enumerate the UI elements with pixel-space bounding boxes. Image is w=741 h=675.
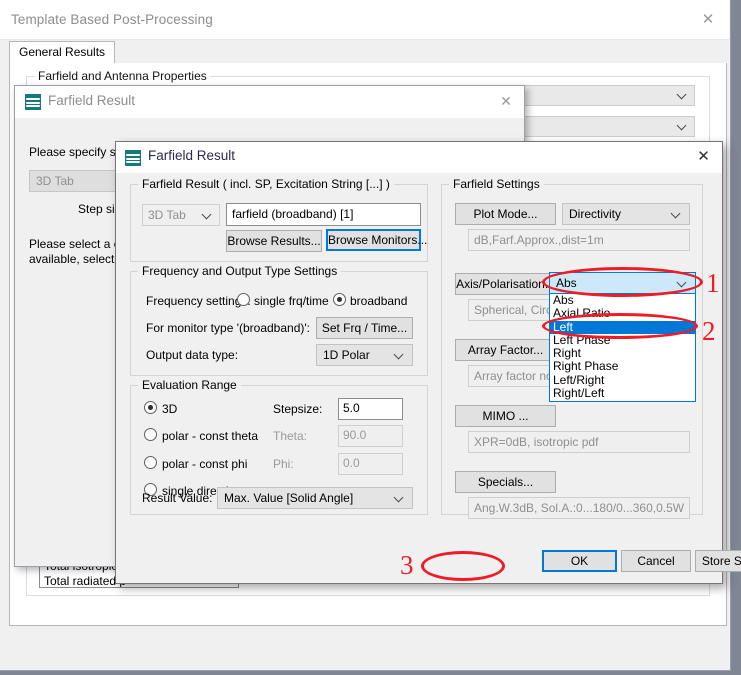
result-value-label: Result Value: [142,491,213,505]
mid-select-line2: available, select [29,252,115,266]
radio-broadband-label: broadband [350,294,408,308]
store-setup-button[interactable]: Store Setup [695,550,741,572]
main-window-titlebar: Template Based Post-Processing ✕ [0,0,729,40]
result-value-combo[interactable]: Max. Value [Solid Angle] [217,487,413,509]
radio-single-frq-time[interactable] [237,293,250,306]
group-legend: Farfield and Antenna Properties [35,69,210,83]
frequency-settings-label: Frequency settings: [146,294,251,308]
chevron-down-icon [672,210,681,219]
tab-strip: General Results [9,41,727,64]
dropdown-option-axial-ratio[interactable]: Axial Ratio [550,306,695,320]
mid-window-title: Farfield Result [48,93,136,108]
plot-mode-button[interactable]: Plot Mode... [455,203,556,225]
set-frq-time-button[interactable]: Set Frq / Time... [316,317,413,339]
group-legend-farfield-result: Farfield Result ( incl. SP, Excitation S… [138,177,394,191]
group-legend-evaluation: Evaluation Range [138,378,241,392]
chevron-down-icon [395,351,404,360]
phi-input[interactable]: 0.0 [338,453,403,475]
dropdown-option-left[interactable]: Left [550,320,695,334]
tab-type-combo-value: 3D Tab [148,208,186,222]
axis-polarisation-dropdown-list[interactable]: Abs Axial Ratio Left Left Phase Right Right P… [549,294,696,402]
tab-general-results[interactable]: General Results [9,41,116,64]
plot-mode-info: dB,Farf.Approx.,dist=1m [468,229,690,251]
plot-mode-combo-value: Directivity [569,207,622,221]
annotation-number-1: 1 [706,268,720,298]
dropdown-option-right-left[interactable]: Right/Left [550,386,695,400]
mimo-info: XPR=0dB, isotropic pdf [468,431,690,453]
chevron-down-icon [678,122,687,131]
plot-mode-combo[interactable]: Directivity [562,203,690,225]
front-window-title: Farfield Result [148,148,236,163]
browse-monitors-button[interactable]: Browse Monitors... [326,229,427,251]
mimo-button[interactable]: MIMO ... [455,405,556,427]
front-window-titlebar: Farfield Result ✕ [116,142,722,173]
chevron-down-icon [395,494,404,503]
dropdown-option-left-right[interactable]: Left/Right [550,373,695,387]
axis-polarisation-button[interactable]: Axis/Polarisation... [455,273,556,295]
main-window-title: Template Based Post-Processing [11,12,213,27]
farfield-app-icon [25,94,41,110]
theta-input[interactable]: 90.0 [338,425,403,447]
screen-root: Template Based Post-Processing ✕ General… [0,0,741,675]
dropdown-option-left-phase[interactable]: Left Phase [550,333,695,347]
specials-info: Ang.W.3dB, Sol.A.:0...180/0...360,0.5W [468,497,690,519]
radio-polar-const-theta[interactable] [144,428,157,441]
radio-broadband[interactable] [333,293,346,306]
radio-3d-label: 3D [162,402,178,416]
radio-polar-const-phi[interactable] [144,456,157,469]
radio-single-frq-time-label: single frq/time [254,294,329,308]
farfield-app-icon [125,150,141,166]
monitor-type-label: For monitor type '(broadband)': [146,321,310,335]
phi-label: Phi: [273,457,294,471]
close-icon[interactable]: ✕ [699,11,717,29]
tab-type-combo[interactable]: 3D Tab [142,204,220,226]
array-factor-button[interactable]: Array Factor... [455,339,556,361]
stepsize-input[interactable]: 5.0 [338,398,403,420]
radio-polar-const-theta-label: polar - const theta [162,429,259,443]
browse-results-button[interactable]: Browse Results... [226,230,322,252]
ok-button[interactable]: OK [542,550,617,572]
axis-polarisation-combo-value: Abs [556,276,577,290]
radio-3d[interactable] [144,401,157,414]
dropdown-option-abs[interactable]: Abs [550,294,695,307]
chevron-down-icon [678,279,687,288]
mid-window-titlebar: Farfield Result ✕ [15,86,524,118]
stepsize-label: Stepsize: [273,402,323,416]
output-data-type-value: 1D Polar [323,348,370,362]
group-legend-frequency: Frequency and Output Type Settings [138,264,342,278]
close-icon[interactable]: ✕ [695,148,712,165]
chevron-down-icon [203,211,212,220]
mid-select-line1: Please select a c [29,237,120,251]
radio-polar-const-phi-label: polar - const phi [162,457,248,471]
group-legend-farfield-settings: Farfield Settings [449,177,544,191]
farfield-name-input[interactable]: farfield (broadband) [1] [226,203,421,226]
dropdown-option-right[interactable]: Right [550,346,695,360]
annotation-number-3: 3 [400,550,414,580]
specials-button[interactable]: Specials... [455,471,556,493]
cancel-button[interactable]: Cancel [621,550,691,572]
output-data-type-label: Output data type: [146,348,239,362]
annotation-number-2: 2 [702,316,716,346]
axis-polarisation-combo[interactable]: Abs [549,272,696,294]
close-icon[interactable]: ✕ [498,93,514,109]
chevron-down-icon [678,91,687,100]
theta-label: Theta: [273,429,308,443]
dropdown-option-right-phase[interactable]: Right Phase [550,360,695,374]
output-data-type-combo[interactable]: 1D Polar [316,344,413,366]
result-value-combo-value: Max. Value [Solid Angle] [224,491,354,505]
